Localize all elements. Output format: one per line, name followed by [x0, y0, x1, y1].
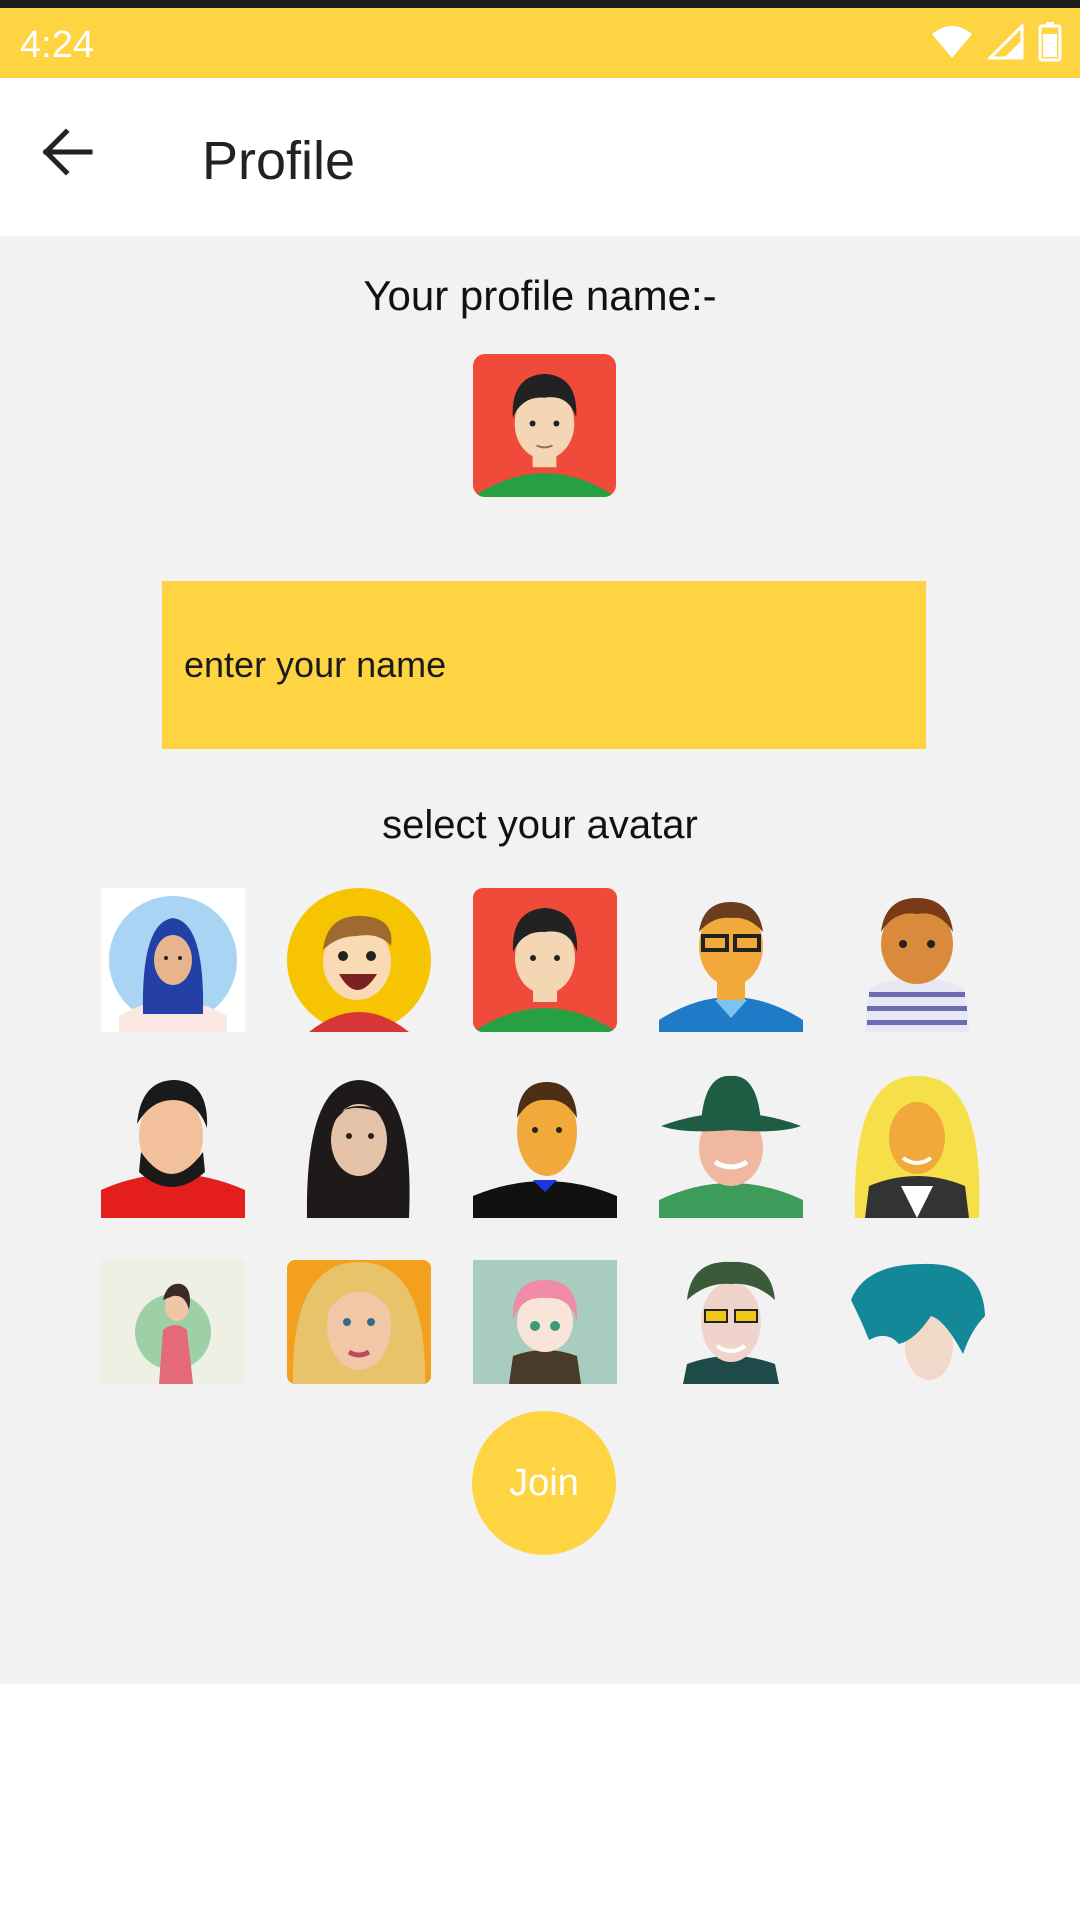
select-avatar-label: select your avatar	[382, 803, 698, 847]
avatar-option-9[interactable]	[659, 1074, 803, 1218]
page-title: Profile	[202, 131, 356, 191]
avatar-option-8[interactable]	[473, 1074, 617, 1218]
avatar-option-10[interactable]	[845, 1074, 989, 1218]
selected-avatar-preview	[473, 354, 616, 497]
avatar-option-3[interactable]	[473, 888, 617, 1032]
join-button[interactable]: Join	[472, 1411, 616, 1555]
arrow-left-icon	[40, 128, 94, 182]
avatar-option-15[interactable]	[845, 1260, 989, 1384]
back-button[interactable]	[40, 126, 110, 188]
avatar-option-14[interactable]	[659, 1260, 803, 1384]
avatar-grid	[101, 888, 989, 1388]
avatar-option-6[interactable]	[101, 1074, 245, 1218]
avatar-option-11[interactable]	[101, 1260, 245, 1384]
avatar-option-12[interactable]	[287, 1260, 431, 1384]
profile-content: Your profile name:- select your avatar	[0, 236, 1080, 1684]
avatar-option-7[interactable]	[287, 1074, 431, 1218]
profile-name-label: Your profile name:-	[363, 272, 717, 319]
avatar-option-4[interactable]	[659, 888, 803, 1032]
avatar-option-13[interactable]	[473, 1260, 617, 1384]
app-bar: Profile	[0, 78, 1080, 236]
name-input[interactable]	[162, 581, 926, 749]
status-icons	[930, 22, 1062, 67]
battery-icon	[1038, 22, 1062, 67]
signal-icon	[986, 22, 1024, 65]
status-bar: 4:24	[0, 0, 1080, 78]
avatar-option-5[interactable]	[845, 888, 989, 1032]
avatar-option-1[interactable]	[101, 888, 245, 1032]
avatar-option-2[interactable]	[287, 888, 431, 1032]
status-time: 4:24	[20, 24, 94, 66]
wifi-icon	[930, 24, 974, 65]
